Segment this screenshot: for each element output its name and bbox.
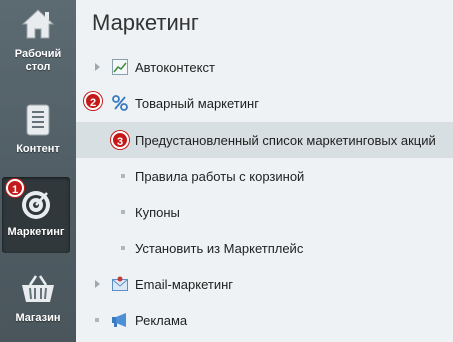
step-badge-3: 3 — [111, 131, 129, 149]
bullet-icon — [121, 210, 125, 214]
email-icon — [112, 276, 128, 291]
menu-item-label: Купоны — [135, 205, 180, 220]
step-badge-2: 2 — [84, 92, 102, 110]
sidebar-item-label: Рабочий — [14, 48, 62, 60]
sidebar-item-shop[interactable]: Магазин — [0, 274, 76, 325]
menu-item-label: Предустановленный список маркетинговых а… — [135, 133, 436, 148]
basket-icon — [22, 275, 54, 302]
expand-arrow-icon[interactable] — [95, 63, 100, 71]
percent-icon — [112, 95, 128, 111]
sidebar: Рабочий стол Контент Маркетинг 1 Магазин — [0, 0, 76, 342]
home-icon — [21, 9, 55, 39]
menu-item-coupons[interactable]: Купоны — [76, 194, 453, 230]
menu-item-product-marketing[interactable]: Товарный маркетинг — [76, 85, 453, 121]
target-icon — [22, 191, 50, 219]
menu-item-marketplace[interactable]: Установить из Маркетплейс — [76, 230, 453, 266]
menu-item-label: Email-маркетинг — [135, 277, 234, 292]
bullet-icon — [121, 246, 125, 250]
sidebar-item-label: Магазин — [15, 312, 61, 324]
expand-arrow-icon[interactable] — [95, 280, 100, 288]
sidebar-item-label-2: стол — [25, 61, 51, 73]
page-title: Маркетинг — [92, 10, 199, 35]
menu-item-preset-list[interactable]: Предустановленный список маркетинговых а… — [76, 122, 453, 158]
sidebar-item-label: Маркетинг — [7, 226, 65, 238]
menu-item-advertising[interactable]: Реклама — [76, 302, 453, 338]
main-panel: Маркетинг Автоконтекст Товарный маркетин… — [76, 0, 453, 342]
menu-item-cart-rules[interactable]: Правила работы с корзиной — [76, 158, 453, 194]
menu-item-label: Товарный маркетинг — [135, 96, 259, 111]
menu-item-email-marketing[interactable]: Email-маркетинг — [76, 266, 453, 302]
sidebar-item-label: Контент — [16, 143, 60, 155]
sidebar-item-desktop[interactable]: Рабочий стол — [0, 8, 76, 74]
document-icon — [26, 104, 50, 136]
step-badge-1: 1 — [6, 179, 24, 197]
chart-icon — [112, 59, 128, 75]
sidebar-item-content[interactable]: Контент — [0, 103, 76, 156]
menu-item-label: Правила работы с корзиной — [135, 169, 305, 184]
menu-item-label: Автоконтекст — [135, 60, 215, 75]
menu-item-label: Реклама — [135, 313, 188, 328]
menu-item-label: Установить из Маркетплейс — [135, 241, 304, 256]
menu-item-autocontext[interactable]: Автоконтекст — [76, 49, 453, 85]
bullet-icon — [95, 318, 99, 322]
bullet-icon — [121, 174, 125, 178]
megaphone-icon — [112, 313, 126, 327]
